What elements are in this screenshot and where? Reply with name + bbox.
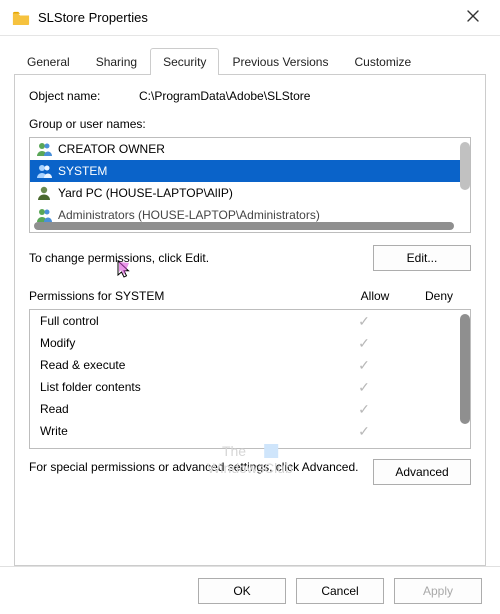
user-icon <box>36 185 52 201</box>
permission-name: Full control <box>40 314 332 328</box>
permission-name: List folder contents <box>40 380 332 394</box>
permission-name: Read <box>40 402 332 416</box>
cancel-button[interactable]: Cancel <box>296 578 384 604</box>
list-item-label: Administrators (HOUSE-LAPTOP\Administrat… <box>58 208 320 222</box>
allow-check-icon: ✓ <box>332 401 396 418</box>
tab-sharing[interactable]: Sharing <box>83 48 150 75</box>
permissions-header: Permissions for SYSTEM Allow Deny <box>29 289 471 303</box>
close-button[interactable] <box>458 5 488 31</box>
object-name-value: C:\ProgramData\Adobe\SLStore <box>139 89 471 103</box>
tab-strip: General Sharing Security Previous Versio… <box>0 36 500 75</box>
folder-icon <box>12 11 30 25</box>
group-user-label: Group or user names: <box>29 117 471 131</box>
users-icon <box>36 207 52 223</box>
cursor-icon <box>117 260 131 278</box>
allow-check-icon: ✓ <box>332 379 396 396</box>
permission-name: Read & execute <box>40 358 332 372</box>
allow-check-icon: ✓ <box>332 335 396 352</box>
list-item[interactable]: CREATOR OWNER <box>30 138 470 160</box>
list-item-label: Yard PC (HOUSE-LAPTOP\AlIP) <box>58 186 233 200</box>
users-icon <box>36 163 52 179</box>
advanced-hint: For special permissions or advanced sett… <box>29 459 363 476</box>
edit-button[interactable]: Edit... <box>373 245 471 271</box>
edit-hint: To change permissions, click Edit. <box>29 251 373 265</box>
permissions-for-label: Permissions for SYSTEM <box>29 289 343 303</box>
allow-header: Allow <box>343 289 407 303</box>
tab-previous-versions[interactable]: Previous Versions <box>219 48 341 75</box>
permission-row: Read ✓ <box>30 398 470 420</box>
advanced-button[interactable]: Advanced <box>373 459 471 485</box>
tab-security[interactable]: Security <box>150 48 219 75</box>
permission-row: Write ✓ <box>30 420 470 442</box>
users-icon <box>36 141 52 157</box>
allow-check-icon: ✓ <box>332 313 396 330</box>
list-item-label: CREATOR OWNER <box>58 142 165 156</box>
dialog-footer: OK Cancel Apply <box>0 566 500 614</box>
permission-row: List folder contents ✓ <box>30 376 470 398</box>
listbox-scrollbar[interactable] <box>460 138 470 220</box>
tab-general[interactable]: General <box>14 48 83 75</box>
object-name-row: Object name: C:\ProgramData\Adobe\SLStor… <box>29 89 471 103</box>
permission-row: Read & execute ✓ <box>30 354 470 376</box>
object-name-label: Object name: <box>29 89 139 103</box>
listbox-h-scrollbar[interactable] <box>34 222 454 230</box>
permission-row: Full control ✓ <box>30 310 470 332</box>
deny-header: Deny <box>407 289 471 303</box>
allow-check-icon: ✓ <box>332 357 396 374</box>
allow-check-icon: ✓ <box>332 423 396 440</box>
titlebar: SLStore Properties <box>0 0 500 36</box>
list-item-label: SYSTEM <box>58 164 107 178</box>
permissions-listbox[interactable]: Full control ✓ Modify ✓ Read & execute ✓… <box>29 309 471 449</box>
permissions-scrollbar[interactable] <box>460 314 470 444</box>
list-item[interactable]: SYSTEM <box>30 160 470 182</box>
window-title: SLStore Properties <box>38 10 458 25</box>
list-item[interactable]: Yard PC (HOUSE-LAPTOP\AlIP) <box>30 182 470 204</box>
properties-dialog: SLStore Properties General Sharing Secur… <box>0 0 500 614</box>
tab-customize[interactable]: Customize <box>341 48 424 75</box>
permission-name: Modify <box>40 336 332 350</box>
permission-name: Write <box>40 424 332 438</box>
ok-button[interactable]: OK <box>198 578 286 604</box>
security-tab-panel: Object name: C:\ProgramData\Adobe\SLStor… <box>14 74 486 566</box>
apply-button[interactable]: Apply <box>394 578 482 604</box>
permission-row: Modify ✓ <box>30 332 470 354</box>
group-user-listbox[interactable]: CREATOR OWNER SYSTEM Yard PC (HOUSE-LAPT… <box>29 137 471 233</box>
